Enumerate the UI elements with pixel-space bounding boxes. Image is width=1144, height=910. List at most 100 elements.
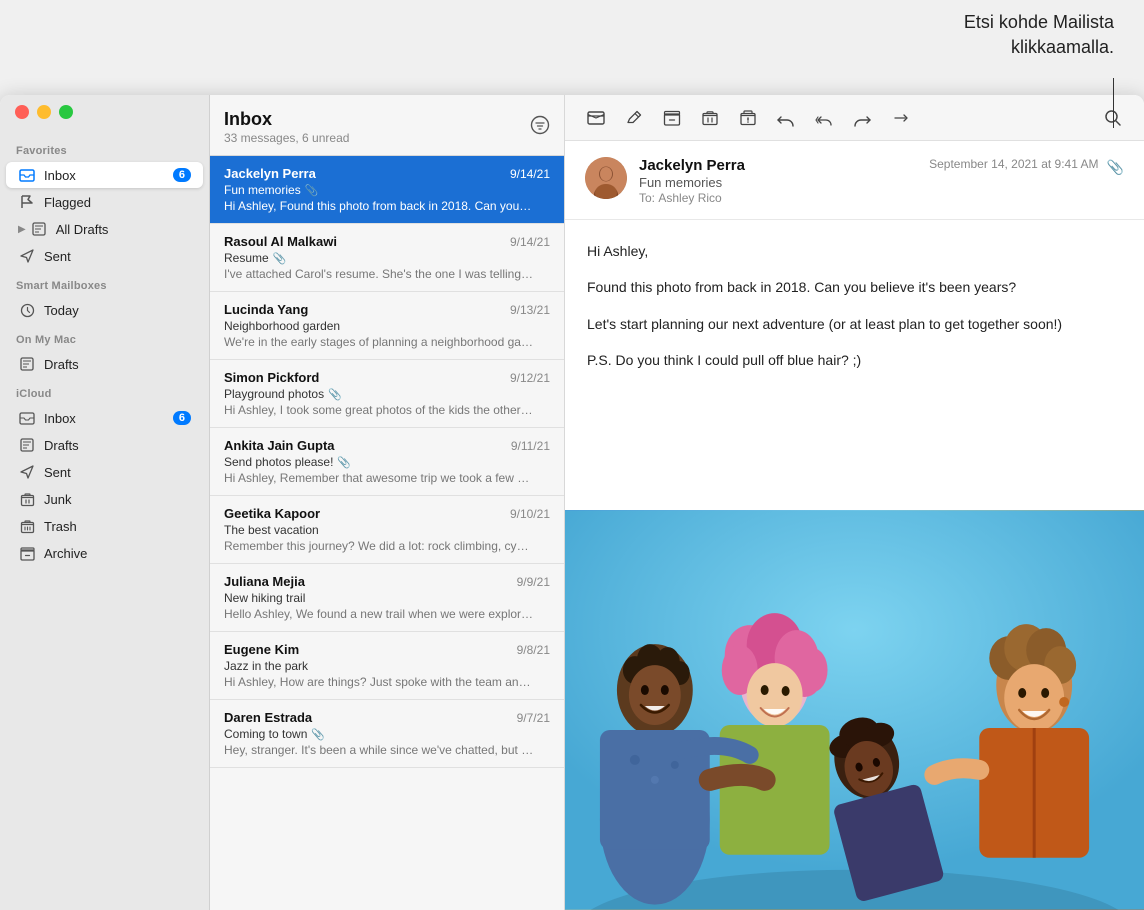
filter-icon[interactable] bbox=[530, 115, 550, 140]
msg-sender: Geetika Kapoor bbox=[224, 506, 320, 521]
sidebar-item-icloud-inbox[interactable]: Inbox 6 bbox=[6, 405, 203, 431]
email-date: September 14, 2021 at 9:41 AM bbox=[929, 157, 1098, 171]
msg-preview: Hi Ashley, I took some great photos of t… bbox=[224, 403, 534, 417]
compose-button[interactable] bbox=[619, 103, 649, 133]
sidebar-item-today[interactable]: Today bbox=[6, 297, 203, 323]
msg-sender: Rasoul Al Malkawi bbox=[224, 234, 337, 249]
on-my-mac-label: On My Mac bbox=[0, 324, 209, 350]
today-icon bbox=[18, 301, 36, 319]
msg-preview: We're in the early stages of planning a … bbox=[224, 335, 534, 349]
sidebar-item-icloud-trash[interactable]: Trash bbox=[6, 513, 203, 539]
sidebar-item-drafts-local[interactable]: Drafts bbox=[6, 351, 203, 377]
new-message-button[interactable] bbox=[581, 103, 611, 133]
msg-sender: Lucinda Yang bbox=[224, 302, 308, 317]
sidebar-item-icloud-junk[interactable]: Junk bbox=[6, 486, 203, 512]
message-item[interactable]: Eugene Kim 9/8/21 Jazz in the park Hi As… bbox=[210, 632, 564, 700]
inbox-subtitle: 33 messages, 6 unread bbox=[224, 131, 349, 145]
msg-preview: Hi Ashley, Found this photo from back in… bbox=[224, 199, 534, 213]
reply-all-button[interactable] bbox=[809, 103, 839, 133]
forward-button[interactable] bbox=[847, 103, 877, 133]
msg-subject: Jazz in the park bbox=[224, 659, 550, 673]
expand-icon: ▶ bbox=[18, 224, 26, 235]
msg-preview: Hi Ashley, How are things? Just spoke wi… bbox=[224, 675, 534, 689]
reply-button[interactable] bbox=[771, 103, 801, 133]
email-body-line3: P.S. Do you think I could pull off blue … bbox=[587, 349, 1122, 371]
delete-button[interactable] bbox=[695, 103, 725, 133]
sidebar-item-flagged[interactable]: Flagged bbox=[6, 189, 203, 215]
sidebar-item-inbox[interactable]: Inbox 6 bbox=[6, 162, 203, 188]
maximize-button[interactable] bbox=[59, 105, 73, 119]
sidebar-icloud-inbox-label: Inbox bbox=[44, 411, 173, 426]
sidebar-item-icloud-sent[interactable]: Sent bbox=[6, 459, 203, 485]
message-item[interactable]: Ankita Jain Gupta 9/11/21 Send photos pl… bbox=[210, 428, 564, 496]
sidebar-today-label: Today bbox=[44, 303, 191, 318]
msg-date: 9/12/21 bbox=[510, 371, 550, 385]
inbox-icon bbox=[18, 166, 36, 184]
tooltip-line-indicator bbox=[1113, 78, 1114, 128]
sidebar-item-sent[interactable]: Sent bbox=[6, 243, 203, 269]
sidebar-all-drafts-label: All Drafts bbox=[56, 222, 191, 237]
msg-date: 9/14/21 bbox=[510, 235, 550, 249]
inbox-title: Inbox bbox=[224, 109, 349, 130]
sidebar-item-icloud-archive[interactable]: Archive bbox=[6, 540, 203, 566]
msg-subject: Playground photos 📎 bbox=[224, 387, 550, 401]
junk-button[interactable] bbox=[733, 103, 763, 133]
message-item[interactable]: Simon Pickford 9/12/21 Playground photos… bbox=[210, 360, 564, 428]
msg-sender: Ankita Jain Gupta bbox=[224, 438, 335, 453]
msg-date: 9/13/21 bbox=[510, 303, 550, 317]
mail-window: Favorites Inbox 6 Flagged ▶ bbox=[0, 95, 1144, 910]
email-body-line1: Found this photo from back in 2018. Can … bbox=[587, 276, 1122, 298]
inbox-badge: 6 bbox=[173, 168, 191, 182]
close-button[interactable] bbox=[15, 105, 29, 119]
minimize-button[interactable] bbox=[37, 105, 51, 119]
msg-sender: Daren Estrada bbox=[224, 710, 312, 725]
sidebar-sent-label: Sent bbox=[44, 249, 191, 264]
icloud-sent-icon bbox=[18, 463, 36, 481]
email-header-meta: Jackelyn Perra Fun memories To: Ashley R… bbox=[639, 157, 917, 205]
archive-button[interactable] bbox=[657, 103, 687, 133]
sidebar: Favorites Inbox 6 Flagged ▶ bbox=[0, 95, 210, 910]
more-button[interactable] bbox=[885, 103, 915, 133]
msg-preview: Hello Ashley, We found a new trail when … bbox=[224, 607, 534, 621]
message-item[interactable]: Juliana Mejia 9/9/21 New hiking trail He… bbox=[210, 564, 564, 632]
msg-date: 9/9/21 bbox=[517, 575, 550, 589]
message-list: Jackelyn Perra 9/14/21 Fun memories 📎 Hi… bbox=[210, 156, 564, 910]
msg-subject: Fun memories 📎 bbox=[224, 183, 550, 197]
icloud-archive-icon bbox=[18, 544, 36, 562]
msg-subject: Resume 📎 bbox=[224, 251, 550, 265]
email-body: Hi Ashley, Found this photo from back in… bbox=[565, 220, 1144, 510]
msg-date: 9/7/21 bbox=[517, 711, 550, 725]
attachment-icon: 📎 bbox=[337, 456, 351, 469]
msg-preview: Hi Ashley, Remember that awesome trip we… bbox=[224, 471, 534, 485]
sidebar-flagged-label: Flagged bbox=[44, 195, 191, 210]
msg-subject: Coming to town 📎 bbox=[224, 727, 550, 741]
icloud-inbox-badge: 6 bbox=[173, 411, 191, 425]
favorites-label: Favorites bbox=[0, 135, 209, 161]
email-from: Jackelyn Perra bbox=[639, 157, 917, 174]
message-item[interactable]: Jackelyn Perra 9/14/21 Fun memories 📎 Hi… bbox=[210, 156, 564, 224]
tooltip-line2: klikkaamalla. bbox=[964, 35, 1114, 60]
message-item[interactable]: Geetika Kapoor 9/10/21 The best vacation… bbox=[210, 496, 564, 564]
message-item[interactable]: Lucinda Yang 9/13/21 Neighborhood garden… bbox=[210, 292, 564, 360]
window-traffic-lights bbox=[15, 105, 73, 119]
message-list-header: Inbox 33 messages, 6 unread bbox=[210, 95, 564, 156]
icloud-junk-icon bbox=[18, 490, 36, 508]
msg-sender: Jackelyn Perra bbox=[224, 166, 316, 181]
sender-avatar bbox=[585, 157, 627, 199]
email-greeting: Hi Ashley, bbox=[587, 240, 1122, 262]
sidebar-icloud-sent-label: Sent bbox=[44, 465, 191, 480]
message-item[interactable]: Daren Estrada 9/7/21 Coming to town 📎 He… bbox=[210, 700, 564, 768]
msg-date: 9/14/21 bbox=[510, 167, 550, 181]
sidebar-item-all-drafts[interactable]: ▶ All Drafts bbox=[6, 216, 203, 242]
msg-preview: Remember this journey? We did a lot: roc… bbox=[224, 539, 534, 553]
sidebar-inbox-label: Inbox bbox=[44, 168, 173, 183]
attachment-icon: 📎 bbox=[273, 252, 287, 265]
attachment-icon: 📎 bbox=[305, 184, 319, 197]
toolbar bbox=[565, 95, 1144, 141]
sidebar-icloud-drafts-label: Drafts bbox=[44, 438, 191, 453]
tooltip-line1: Etsi kohde Mailista bbox=[964, 10, 1114, 35]
sidebar-item-icloud-drafts[interactable]: Drafts bbox=[6, 432, 203, 458]
tooltip-text: Etsi kohde Mailista klikkaamalla. bbox=[964, 10, 1114, 60]
message-item[interactable]: Rasoul Al Malkawi 9/14/21 Resume 📎 I've … bbox=[210, 224, 564, 292]
msg-subject: Send photos please! 📎 bbox=[224, 455, 550, 469]
